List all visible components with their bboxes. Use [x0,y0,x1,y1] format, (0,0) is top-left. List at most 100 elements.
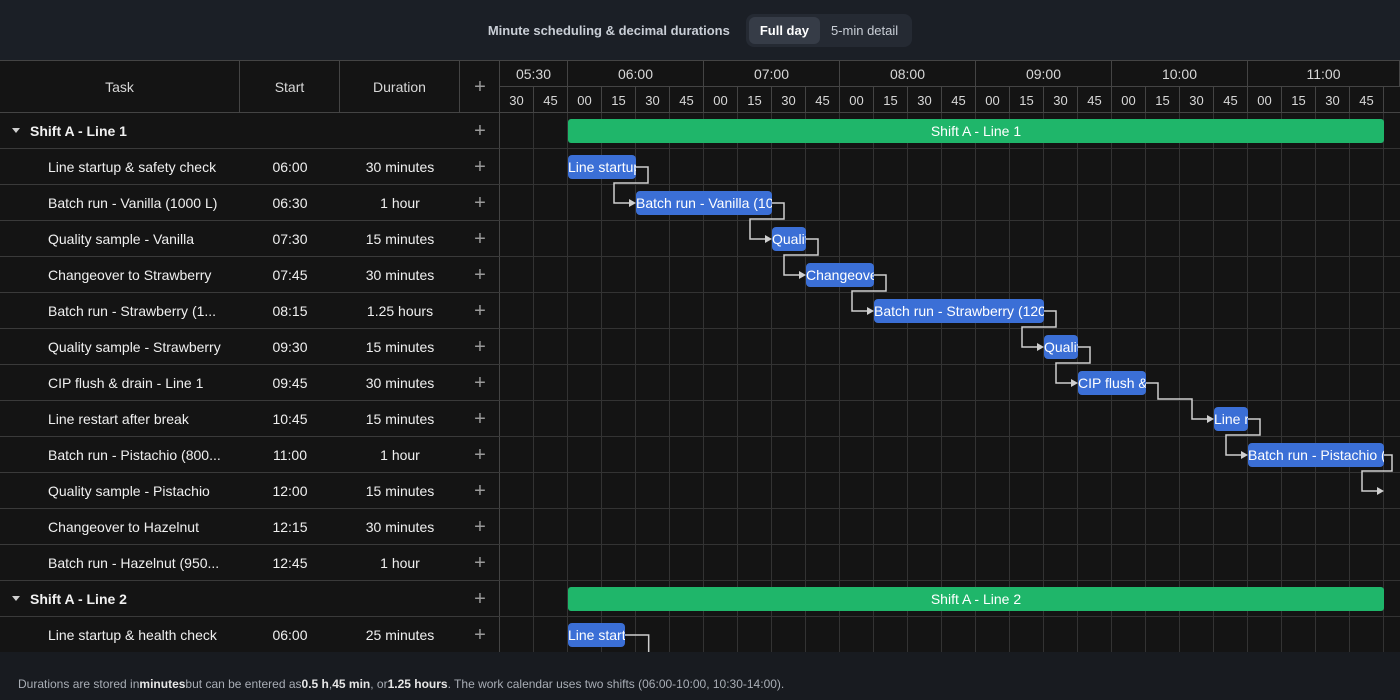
view-full-day-button[interactable]: Full day [748,16,820,44]
collapse-caret-icon[interactable] [12,128,20,133]
grid-row-line [500,544,1400,545]
column-header-duration[interactable]: Duration [340,61,460,113]
grid-row-line [500,580,1400,581]
task-row[interactable]: Line startup & health check 06:00 25 minut… [0,617,500,652]
task-row[interactable]: Batch run - Pistachio (800... 11:00 1 hour… [0,437,500,473]
task-bar[interactable]: Changeover to Strawberry [806,263,874,287]
timescale-minute-label: 00 [976,87,1010,113]
task-row[interactable]: Changeover to Strawberry 07:45 30 minutes + [0,257,500,293]
plus-icon: + [474,407,486,430]
add-subtask-button[interactable]: + [460,121,500,141]
grid-row-line [500,364,1400,365]
task-start: 09:30 [272,338,308,355]
task-start: 06:00 [272,626,308,643]
add-subtask-button[interactable]: + [460,625,500,645]
timescale-minute-label: 30 [1044,87,1078,113]
grid-row-line [500,292,1400,293]
grid-column-line [1213,113,1214,652]
task-row[interactable]: Line restart after break 10:45 15 minutes + [0,401,500,437]
timescale-minute-label: 30 [1316,87,1350,113]
grid-column-line [873,113,874,652]
timescale-minute-label: 15 [1146,87,1180,113]
view-5min-detail-button[interactable]: 5-min detail [820,17,909,44]
collapse-caret-icon[interactable] [12,596,20,601]
column-header-task[interactable]: Task [0,61,240,113]
add-subtask-button[interactable]: + [460,193,500,213]
footer-bold: 45 min [332,677,371,691]
group-row[interactable]: Shift A - Line 2 + [0,581,500,617]
grid-column-line [1247,113,1248,652]
task-name: Line startup & health check [48,626,217,643]
task-bar[interactable]: Batch run - Vanilla (1000 L) [636,191,772,215]
timescale-minute-label: 30 [636,87,670,113]
toolbar: Minute scheduling & decimal durations Fu… [0,0,1400,60]
group-row[interactable]: Shift A - Line 1 + [0,113,500,149]
plus-icon: + [474,119,486,142]
task-name: Quality sample - Pistachio [48,482,210,499]
task-name: Changeover to Hazelnut [48,518,199,535]
task-row[interactable]: Batch run - Hazelnut (950... 12:45 1 hour + [0,545,500,581]
grid-column-line [1383,113,1384,652]
add-subtask-button[interactable]: + [460,517,500,537]
add-subtask-button[interactable]: + [460,301,500,321]
add-task-header-button[interactable]: + [460,61,500,113]
add-subtask-button[interactable]: + [460,553,500,573]
add-subtask-button[interactable]: + [460,409,500,429]
task-bar[interactable]: Line startup & safety check [568,155,636,179]
task-duration: 30 minutes [365,158,435,175]
group-label: Shift A - Line 2 [30,590,127,607]
task-row[interactable]: Batch run - Strawberry (1... 08:15 1.25 ho… [0,293,500,329]
add-subtask-button[interactable]: + [460,337,500,357]
dependency-link[interactable] [1146,382,1208,420]
grid-row-line [500,400,1400,401]
task-start: 11:00 [273,446,307,463]
view-switcher: Full day 5-min detail [745,13,913,47]
task-bar[interactable]: Batch run - Pistachio (800 L) [1248,443,1384,467]
task-bar[interactable]: Batch run - Strawberry (1200 L) [874,299,1044,323]
group-name: Shift A - Line 2 [0,591,460,607]
add-subtask-button[interactable]: + [460,445,500,465]
grid-row-line [500,256,1400,257]
task-duration: 15 minutes [365,482,435,499]
add-subtask-button[interactable]: + [460,589,500,609]
dependency-link[interactable] [624,634,650,652]
task-duration: 30 minutes [365,374,435,391]
timescale-minute-label: 45 [1214,87,1248,113]
plus-icon: + [474,335,486,358]
task-bar[interactable]: CIP flush & drain - Line 1 [1078,371,1146,395]
task-bar[interactable]: Quality sample - Strawberry [1044,335,1078,359]
add-subtask-button[interactable]: + [460,481,500,501]
task-row[interactable]: Quality sample - Strawberry 09:30 15 minut… [0,329,500,365]
add-subtask-button[interactable]: + [460,265,500,285]
summary-bar[interactable]: Shift A - Line 2 [568,587,1384,611]
plus-icon: + [474,227,486,250]
task-row[interactable]: Line startup & safety check 06:00 30 minut… [0,149,500,185]
summary-bar[interactable]: Shift A - Line 1 [568,119,1384,143]
column-header-start[interactable]: Start [240,61,340,113]
timescale-hour-label: 05:30 [500,61,568,87]
footer-note: Durations are stored in minutes but can … [0,668,1400,700]
timescale-hour-label: 09:00 [976,61,1112,87]
task-bar[interactable]: Line restart after break [1214,407,1248,431]
timescale-minute-label: 15 [1010,87,1044,113]
timeline: 05:30 06:00 07:00 08:00 09:00 10:00 11:00 30 45… [500,61,1400,652]
group-label: Shift A - Line 1 [30,122,127,139]
task-bar[interactable]: Line startup & health check [568,623,625,647]
add-subtask-button[interactable]: + [460,229,500,249]
task-name: Line restart after break [48,410,189,427]
grid-column-line [1179,113,1180,652]
add-subtask-button[interactable]: + [460,373,500,393]
timescale-minute-label: 00 [1112,87,1146,113]
task-name: Batch run - Strawberry (1... [48,302,217,319]
task-bar[interactable]: Quality sample - Vanilla [772,227,806,251]
footer-text: , or [370,677,388,691]
task-row[interactable]: CIP flush & drain - Line 1 09:45 30 minute… [0,365,500,401]
grid-column-line [1043,113,1044,652]
timescale-hour-label: 10:00 [1112,61,1248,87]
task-row[interactable]: Quality sample - Pistachio 12:00 15 minute… [0,473,500,509]
add-subtask-button[interactable]: + [460,157,500,177]
task-row[interactable]: Changeover to Hazelnut 12:15 30 minutes + [0,509,500,545]
task-row[interactable]: Batch run - Vanilla (1000 L) 06:30 1 hour + [0,185,500,221]
task-row[interactable]: Quality sample - Vanilla 07:30 15 minutes + [0,221,500,257]
footer-bold: minutes [139,677,186,691]
